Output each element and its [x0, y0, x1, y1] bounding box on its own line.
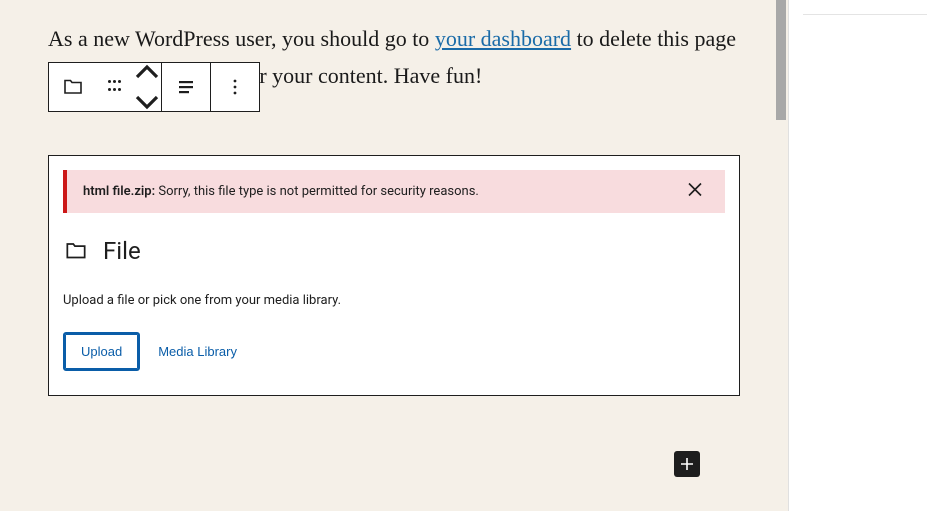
- file-block-header: File: [63, 237, 725, 265]
- file-instructions: Upload a file or pick one from your medi…: [63, 293, 725, 308]
- file-block[interactable]: html file.zip: Sorry, this file type is …: [48, 155, 740, 396]
- more-options-button[interactable]: [211, 63, 259, 111]
- file-block-title: File: [103, 237, 141, 265]
- toolbar-group-align: [162, 63, 211, 111]
- error-message: Sorry, this file type is not permitted f…: [155, 184, 479, 199]
- add-block-button[interactable]: [674, 451, 700, 477]
- editor-canvas: As a new WordPress user, you should go t…: [0, 0, 788, 511]
- drag-handle-button[interactable]: [97, 63, 133, 111]
- close-icon: [685, 180, 705, 200]
- block-toolbar: [48, 62, 260, 112]
- paragraph-text-before: As a new WordPress user, you should go t…: [48, 26, 435, 51]
- block-mover-button[interactable]: [133, 63, 161, 111]
- file-placeholder: File Upload a file or pick one from your…: [49, 213, 739, 395]
- block-type-button[interactable]: [49, 63, 97, 111]
- media-library-button[interactable]: Media Library: [158, 344, 237, 359]
- toolbar-group-block: [49, 63, 162, 111]
- upload-error-notice: html file.zip: Sorry, this file type is …: [63, 170, 725, 213]
- error-filename: html file.zip:: [83, 184, 155, 199]
- scrollbar-thumb[interactable]: [776, 0, 786, 120]
- align-button[interactable]: [162, 63, 210, 111]
- more-vertical-icon: [223, 75, 247, 99]
- upload-button[interactable]: Upload: [63, 332, 140, 371]
- scrollbar-track[interactable]: [774, 0, 788, 511]
- file-icon: [63, 238, 89, 264]
- chevron-down-icon: [135, 89, 159, 113]
- dismiss-error-button[interactable]: [679, 174, 711, 209]
- drag-handle-icon: [108, 80, 122, 94]
- sidebar-divider: [803, 14, 927, 15]
- chevron-up-icon: [135, 61, 159, 85]
- mover-arrows-icon: [135, 61, 159, 113]
- toolbar-group-more: [211, 63, 259, 111]
- file-actions: Upload Media Library: [63, 332, 725, 371]
- file-icon: [61, 75, 85, 99]
- dashboard-link[interactable]: your dashboard: [435, 26, 571, 51]
- settings-sidebar: [788, 0, 927, 511]
- align-icon: [174, 75, 198, 99]
- plus-icon: [678, 455, 696, 473]
